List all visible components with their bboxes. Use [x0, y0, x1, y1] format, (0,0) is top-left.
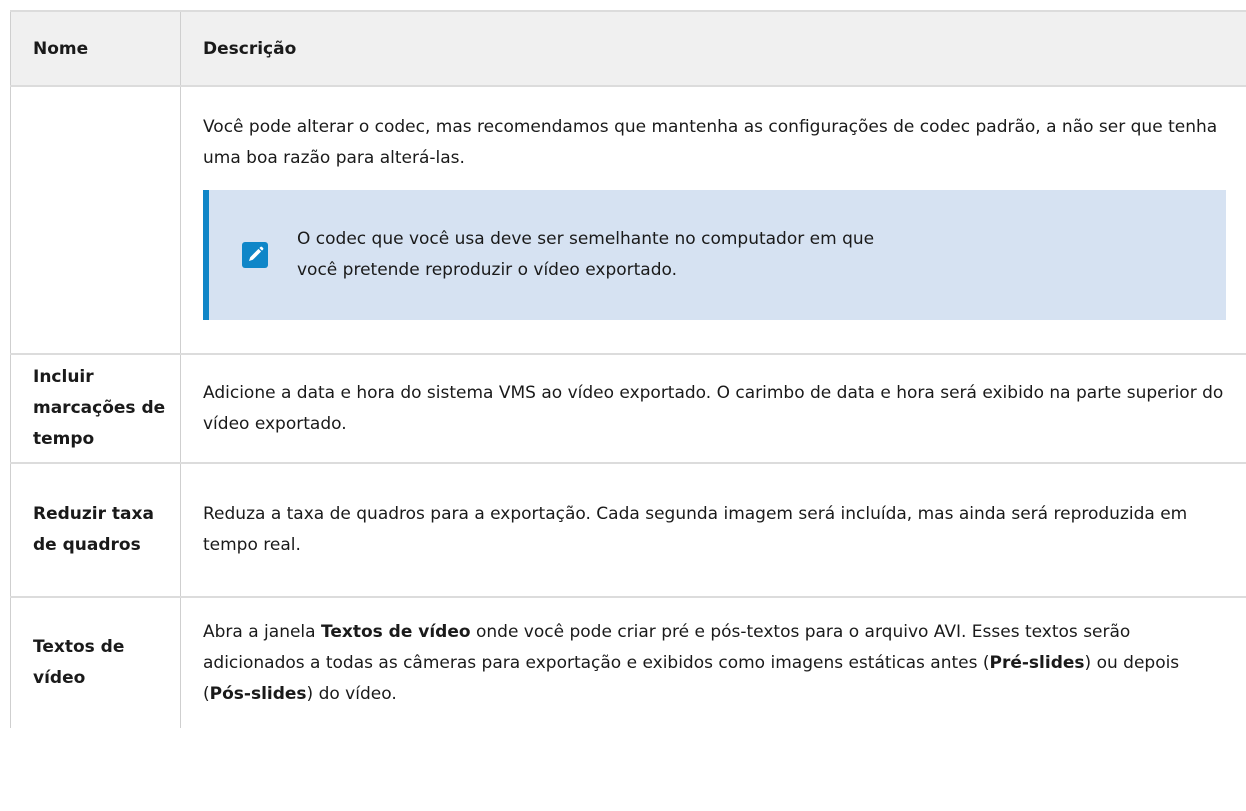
codec-description-text: Você pode alterar o codec, mas recomenda…: [203, 117, 1218, 168]
table-row: Incluir marcações de tempo Adicione a da…: [10, 354, 1246, 464]
note-callout: O codec que você usa deve ser semelhante…: [203, 190, 1226, 320]
settings-table: Nome Descrição Você pode alterar o codec…: [10, 10, 1246, 728]
pencil-note-icon: [242, 242, 268, 268]
row-description: Você pode alterar o codec, mas recomenda…: [180, 86, 1246, 355]
ui-term-post-slides: Pós-slides: [209, 683, 307, 704]
row-name: [10, 86, 181, 355]
column-header-description: Descrição: [180, 10, 1246, 87]
ui-term-video-texts: Textos de vídeo: [320, 621, 471, 642]
row-name: Incluir marcações de tempo: [10, 354, 181, 464]
row-name: Reduzir taxa de quadros: [10, 463, 181, 598]
table-row: Você pode alterar o codec, mas recomenda…: [10, 86, 1246, 355]
desc-text: Abra a janela: [203, 621, 321, 642]
table-row: Reduzir taxa de quadros Reduza a taxa de…: [10, 463, 1246, 598]
row-name: Textos de vídeo: [10, 597, 181, 728]
row-description: Reduza a taxa de quadros para a exportaç…: [180, 463, 1246, 598]
row-description: Abra a janela Textos de vídeo onde você …: [180, 597, 1246, 728]
table-row: Textos de vídeo Abra a janela Textos de …: [10, 597, 1246, 728]
table-header-row: Nome Descrição: [10, 10, 1246, 87]
desc-text: ) do vídeo.: [306, 683, 397, 704]
ui-term-pre-slides: Pré-slides: [989, 652, 1085, 673]
column-header-name: Nome: [10, 10, 181, 87]
row-description: Adicione a data e hora do sistema VMS ao…: [180, 354, 1246, 464]
note-text: O codec que você usa deve ser semelhante…: [297, 229, 875, 280]
